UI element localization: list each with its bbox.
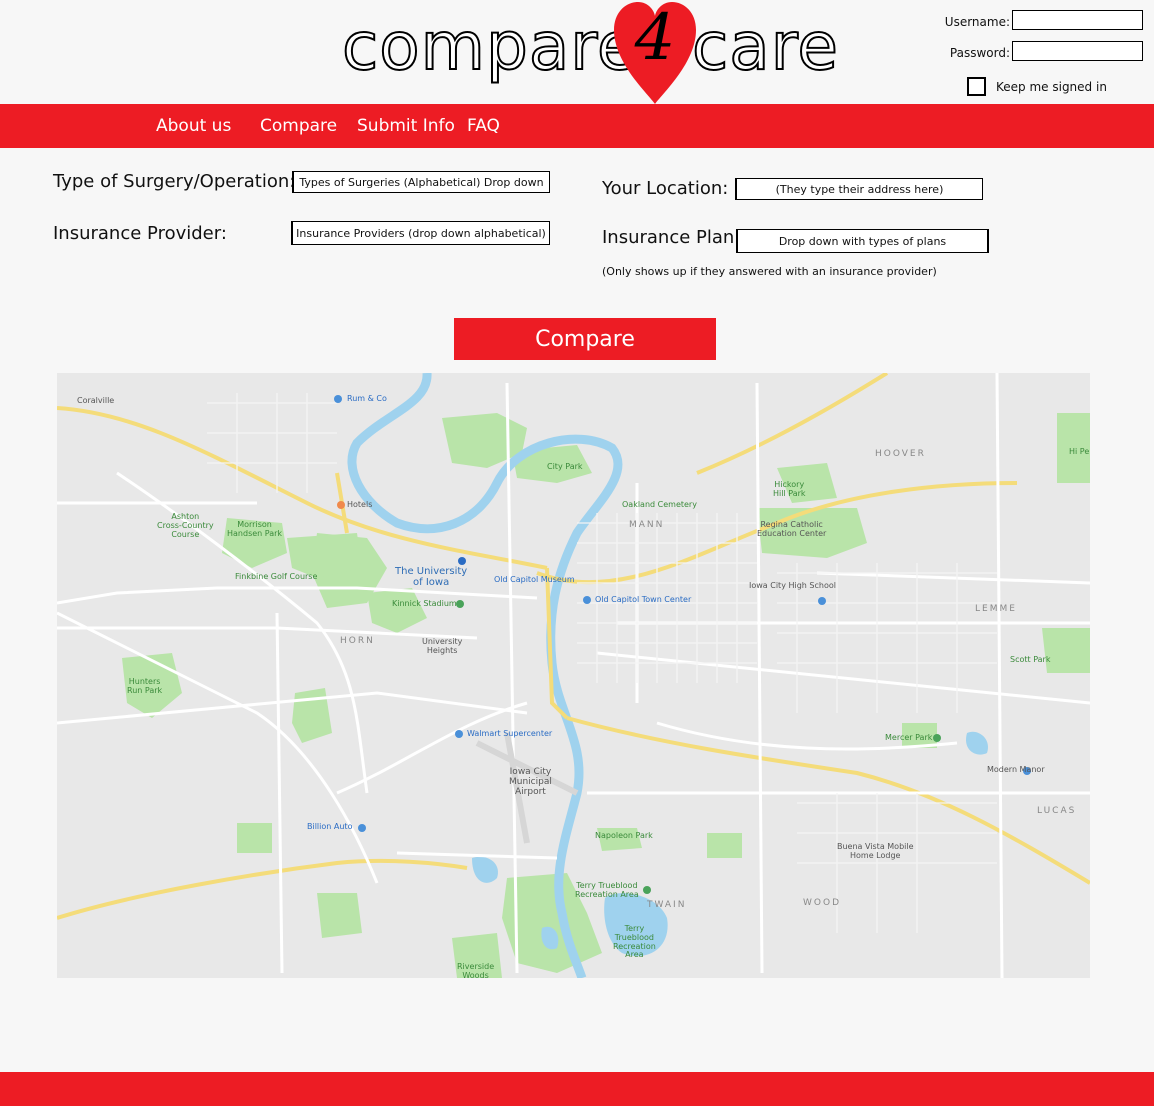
nav-compare[interactable]: Compare [260, 116, 337, 136]
map-label-city-park: City Park [547, 462, 583, 471]
map-label-terry-trueblood-area: Terry Trueblood Recreation Area [613, 924, 656, 960]
map-label-ashton: Ashton Cross-Country Course [157, 512, 214, 539]
map-label-finkbine: Finkbine Golf Course [235, 572, 318, 581]
keep-signed-in-checkbox[interactable] [967, 77, 986, 96]
password-input[interactable] [1012, 41, 1143, 61]
location-label: Your Location: [602, 178, 729, 199]
map-label-twain: TWAIN [647, 900, 687, 910]
map-label-scott-park: Scott Park [1010, 655, 1051, 664]
keep-signed-in-label: Keep me signed in [996, 80, 1107, 94]
map-label-university-heights: University Heights [422, 637, 463, 655]
navbar: About us Compare Submit Info FAQ [0, 104, 1154, 148]
map-label-old-capitol-museum: Old Capitol Museum [494, 575, 575, 584]
nav-faq[interactable]: FAQ [467, 116, 500, 136]
map-label-hotels: Hotels [347, 500, 373, 509]
map-label-mercer: Mercer Park [885, 733, 933, 742]
map-label-hoover: HOOVER [875, 449, 926, 459]
map-label-lemme: LEMME [975, 604, 1017, 614]
insurance-plan-label: Insurance Plan: [602, 227, 741, 248]
compare-button[interactable]: Compare [454, 318, 716, 360]
map-label-hi-pe: Hi Pe [1069, 447, 1090, 456]
map-label-university: The University of Iowa [395, 566, 468, 588]
username-input[interactable] [1012, 10, 1143, 30]
password-row: Password: [940, 41, 1150, 63]
map-label-walmart: Walmart Supercenter [467, 729, 553, 738]
map-label-regina: Regina Catholic Education Center [757, 520, 827, 538]
surgery-dropdown[interactable]: Types of Surgeries (Alphabetical) Drop d… [292, 171, 550, 193]
map-label-coralville: Coralville [77, 396, 115, 405]
map-label-horn: HORN [340, 636, 375, 646]
compare4care-logo[interactable]: compare 4 care [340, 0, 840, 108]
logo-text-4: 4 [634, 1, 676, 75]
map-label-airport: Iowa City Municipal Airport [509, 767, 552, 797]
username-label: Username: [944, 15, 1010, 29]
logo-text-care: care [691, 8, 840, 85]
password-label: Password: [949, 46, 1010, 60]
map-label-terry-trueblood: Terry Trueblood Recreation Area [575, 881, 639, 899]
map-label-buena-vista: Buena Vista Mobile Home Lodge [837, 842, 914, 860]
nav-about-us[interactable]: About us [156, 116, 231, 136]
nav-submit-info[interactable]: Submit Info [357, 116, 455, 136]
map-label-old-capitol-center: Old Capitol Town Center [595, 595, 692, 604]
insurance-provider-label: Insurance Provider: [53, 223, 227, 244]
footer-bar [0, 1072, 1154, 1106]
map-label-rum-co: Rum & Co [347, 394, 387, 403]
surgery-label: Type of Surgery/Operation: [53, 171, 296, 192]
map-label-iowa-city-high: Iowa City High School [749, 581, 836, 590]
map-label-kinnick: Kinnick Stadium [392, 599, 457, 608]
map-label-morrison: Morrison Handsen Park [227, 520, 283, 538]
map-label-billion-auto: Billion Auto [307, 822, 353, 831]
map-label-wood: WOOD [803, 898, 841, 908]
map-label-hickory-hill: Hickory Hill Park [773, 480, 806, 498]
location-input[interactable]: (They type their address here) [735, 178, 983, 200]
insurance-plan-note: (Only shows up if they answered with an … [602, 265, 937, 278]
insurance-provider-dropdown[interactable]: Insurance Providers (drop down alphabeti… [291, 221, 550, 245]
map[interactable]: Coralville Rum & Co City Park HOOVER Hic… [57, 373, 1090, 978]
map-label-modern-manor: Modern Manor [987, 765, 1045, 774]
insurance-plan-dropdown[interactable]: Drop down with types of plans [736, 229, 989, 253]
map-label-riverside: Riverside Woods [457, 962, 495, 978]
logo-text-compare: compare [341, 8, 639, 85]
map-label-napoleon: Napoleon Park [595, 831, 653, 840]
map-label-hunters-run: Hunters Run Park [127, 677, 163, 695]
map-label-oakland-cemetery: Oakland Cemetery [622, 500, 697, 509]
username-row: Username: [940, 10, 1150, 32]
map-label-manville: MANN [629, 520, 665, 530]
map-label-lucas: LUCAS [1037, 806, 1077, 816]
